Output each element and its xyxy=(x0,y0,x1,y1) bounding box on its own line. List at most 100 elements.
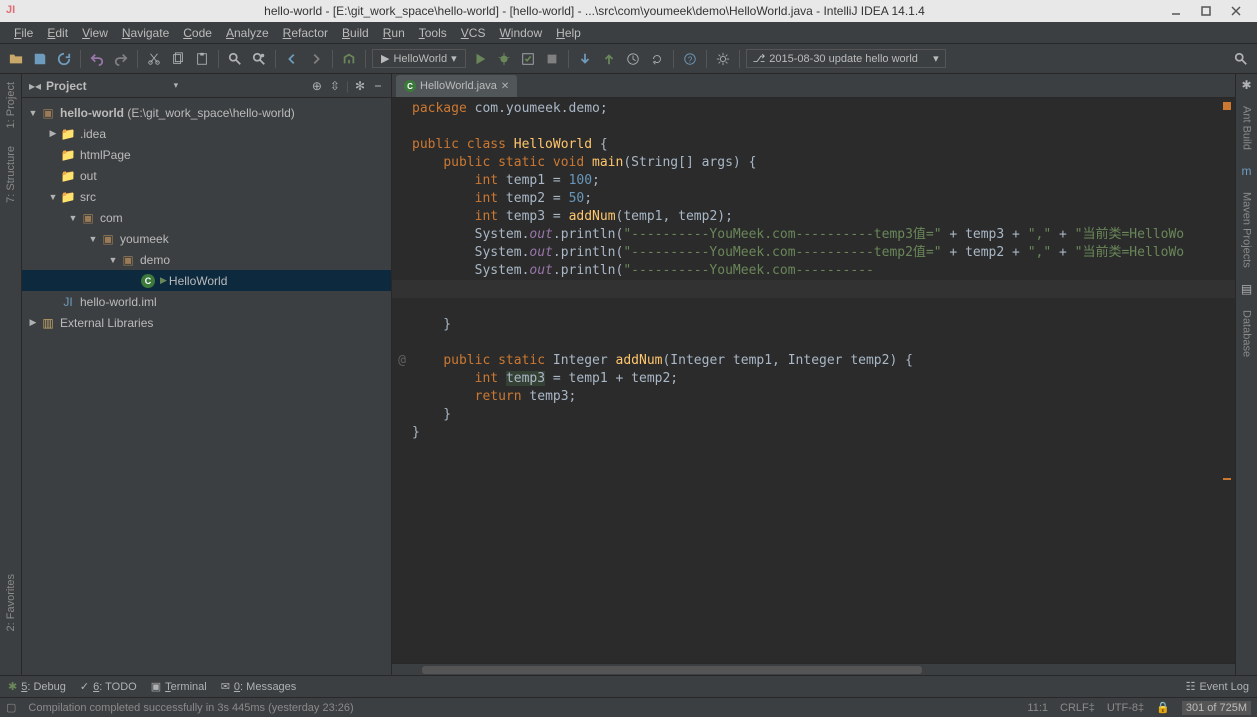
tree-package-com[interactable]: ▼▣ com xyxy=(22,207,391,228)
code-line[interactable]: public static void main(String[] args) { xyxy=(392,154,1235,172)
tree-folder-htmlpage[interactable]: 📁 htmlPage xyxy=(22,144,391,165)
menu-navigate[interactable]: Navigate xyxy=(116,24,175,42)
undo-icon[interactable] xyxy=(87,49,107,69)
error-stripe-marker[interactable] xyxy=(1223,102,1231,110)
code-editor[interactable]: package com.youmeek.demo; public class He… xyxy=(392,98,1235,663)
code-line[interactable]: System.out.println("----------YouMeek.co… xyxy=(392,262,1235,280)
tree-file-iml[interactable]: JI hello-world.iml xyxy=(22,291,391,312)
bottom-tool-debug[interactable]: ✱5: Debug xyxy=(8,680,66,693)
vcs-update-icon[interactable] xyxy=(575,49,595,69)
coverage-icon[interactable] xyxy=(518,49,538,69)
horizontal-scrollbar[interactable] xyxy=(392,663,1235,675)
tool-stripe-1--project[interactable]: 1: Project xyxy=(5,78,17,132)
paste-icon[interactable] xyxy=(192,49,212,69)
hide-icon[interactable]: ⎯ xyxy=(371,79,385,93)
menu-help[interactable]: Help xyxy=(550,24,587,42)
mem-indicator[interactable]: 301 of 725M xyxy=(1182,701,1251,715)
code-line[interactable] xyxy=(392,334,1235,352)
menu-file[interactable]: File xyxy=(8,24,39,42)
menu-refactor[interactable]: Refactor xyxy=(277,24,334,42)
run-icon[interactable] xyxy=(470,49,490,69)
tree-folder-src[interactable]: ▼📁 src xyxy=(22,186,391,207)
cut-icon[interactable] xyxy=(144,49,164,69)
close-button[interactable] xyxy=(1221,2,1251,20)
tool-stripe-maven-projects[interactable]: Maven Projects xyxy=(1241,188,1253,272)
chevron-down-icon[interactable]: ▾ xyxy=(174,80,179,91)
menu-code[interactable]: Code xyxy=(177,24,218,42)
gear-icon[interactable]: ✻ xyxy=(353,79,367,93)
tree-class-helloworld[interactable]: C ▶ HelloWorld xyxy=(22,270,391,291)
redo-icon[interactable] xyxy=(111,49,131,69)
sync-icon[interactable] xyxy=(54,49,74,69)
menu-edit[interactable]: Edit xyxy=(41,24,74,42)
menu-tools[interactable]: Tools xyxy=(413,24,453,42)
bottom-tool-terminal[interactable]: ▣Terminal xyxy=(151,680,207,693)
tree-root[interactable]: ▼ ▣ hello-world (E:\git_work_space\hello… xyxy=(22,102,391,123)
code-line[interactable]: return temp3; xyxy=(392,388,1235,406)
scroll-to-icon[interactable]: ⊕ xyxy=(310,79,324,93)
save-icon[interactable] xyxy=(30,49,50,69)
vcs-commit-icon[interactable] xyxy=(599,49,619,69)
forward-icon[interactable] xyxy=(306,49,326,69)
search-everywhere-icon[interactable] xyxy=(1231,49,1251,69)
tree-folder-idea[interactable]: ▶📁 .idea xyxy=(22,123,391,144)
code-line[interactable] xyxy=(392,118,1235,136)
code-line[interactable]: } xyxy=(392,406,1235,424)
bottom-tool-todo[interactable]: ✓6: TODO xyxy=(80,680,137,693)
maximize-button[interactable] xyxy=(1191,2,1221,20)
tree-folder-out[interactable]: 📁 out xyxy=(22,165,391,186)
event-log-tool[interactable]: ☷ Event Log xyxy=(1186,680,1249,693)
editor-tab[interactable]: C HelloWorld.java ✕ xyxy=(396,75,517,97)
vcs-revert-icon[interactable] xyxy=(647,49,667,69)
tree-external-libs[interactable]: ▶▥ External Libraries xyxy=(22,312,391,333)
settings-icon[interactable] xyxy=(713,49,733,69)
code-line[interactable]: int temp3 = temp1 + temp2; xyxy=(392,370,1235,388)
menu-window[interactable]: Window xyxy=(493,24,548,42)
code-line[interactable] xyxy=(392,280,1235,298)
stop-icon[interactable] xyxy=(542,49,562,69)
status-icon[interactable]: ▢ xyxy=(6,701,16,714)
code-line[interactable]: public class HelloWorld { xyxy=(392,136,1235,154)
code-line[interactable]: package com.youmeek.demo; xyxy=(392,100,1235,118)
code-line[interactable]: System.out.println("----------YouMeek.co… xyxy=(392,244,1235,262)
code-line[interactable] xyxy=(392,298,1235,316)
code-line[interactable]: int temp2 = 50; xyxy=(392,190,1235,208)
replace-icon[interactable] xyxy=(249,49,269,69)
project-tree[interactable]: ▼ ▣ hello-world (E:\git_work_space\hello… xyxy=(22,98,391,675)
code-line[interactable]: System.out.println("----------YouMeek.co… xyxy=(392,226,1235,244)
code-line[interactable]: int temp3 = addNum(temp1, temp2); xyxy=(392,208,1235,226)
code-line[interactable]: int temp1 = 100; xyxy=(392,172,1235,190)
tool-stripe-7--structure[interactable]: 7: Structure xyxy=(5,142,17,207)
menu-run[interactable]: Run xyxy=(377,24,411,42)
scrollbar-thumb[interactable] xyxy=(422,666,922,674)
vcs-history-icon[interactable] xyxy=(623,49,643,69)
tool-stripe-ant-build[interactable]: Ant Build xyxy=(1241,102,1253,154)
warning-stripe-marker[interactable] xyxy=(1223,478,1231,480)
tool-stripe-database[interactable]: Database xyxy=(1241,306,1253,361)
tool-stripe-2--favorites[interactable]: 2: Favorites xyxy=(5,570,17,635)
code-line[interactable]: } xyxy=(392,424,1235,442)
code-line[interactable]: @ public static Integer addNum(Integer t… xyxy=(392,352,1235,370)
copy-icon[interactable] xyxy=(168,49,188,69)
menu-vcs[interactable]: VCS xyxy=(455,24,492,42)
project-view-icon[interactable]: ▸◂ xyxy=(28,79,42,93)
make-project-icon[interactable] xyxy=(339,49,359,69)
find-icon[interactable] xyxy=(225,49,245,69)
line-separator[interactable]: CRLF‡ xyxy=(1060,702,1095,714)
caret-position[interactable]: 11:1 xyxy=(1027,702,1048,714)
run-configuration-selector[interactable]: ▶ HelloWorld ▾ xyxy=(372,49,466,68)
close-tab-icon[interactable]: ✕ xyxy=(501,81,509,92)
bottom-tool-messages[interactable]: ✉0: Messages xyxy=(221,680,297,693)
vcs-branch-select[interactable]: ⎇ 2015-08-30 update hello world ▾ xyxy=(746,49,946,68)
code-line[interactable]: } xyxy=(392,316,1235,334)
back-icon[interactable] xyxy=(282,49,302,69)
file-encoding[interactable]: UTF-8‡ xyxy=(1107,702,1144,714)
help-icon[interactable]: ? xyxy=(680,49,700,69)
tree-package-demo[interactable]: ▼▣ demo xyxy=(22,249,391,270)
menu-analyze[interactable]: Analyze xyxy=(220,24,275,42)
menu-view[interactable]: View xyxy=(76,24,114,42)
menu-build[interactable]: Build xyxy=(336,24,375,42)
lock-icon[interactable]: 🔒 xyxy=(1156,701,1170,714)
scroll-from-icon[interactable]: ⇳ xyxy=(328,79,342,93)
minimize-button[interactable] xyxy=(1161,2,1191,20)
